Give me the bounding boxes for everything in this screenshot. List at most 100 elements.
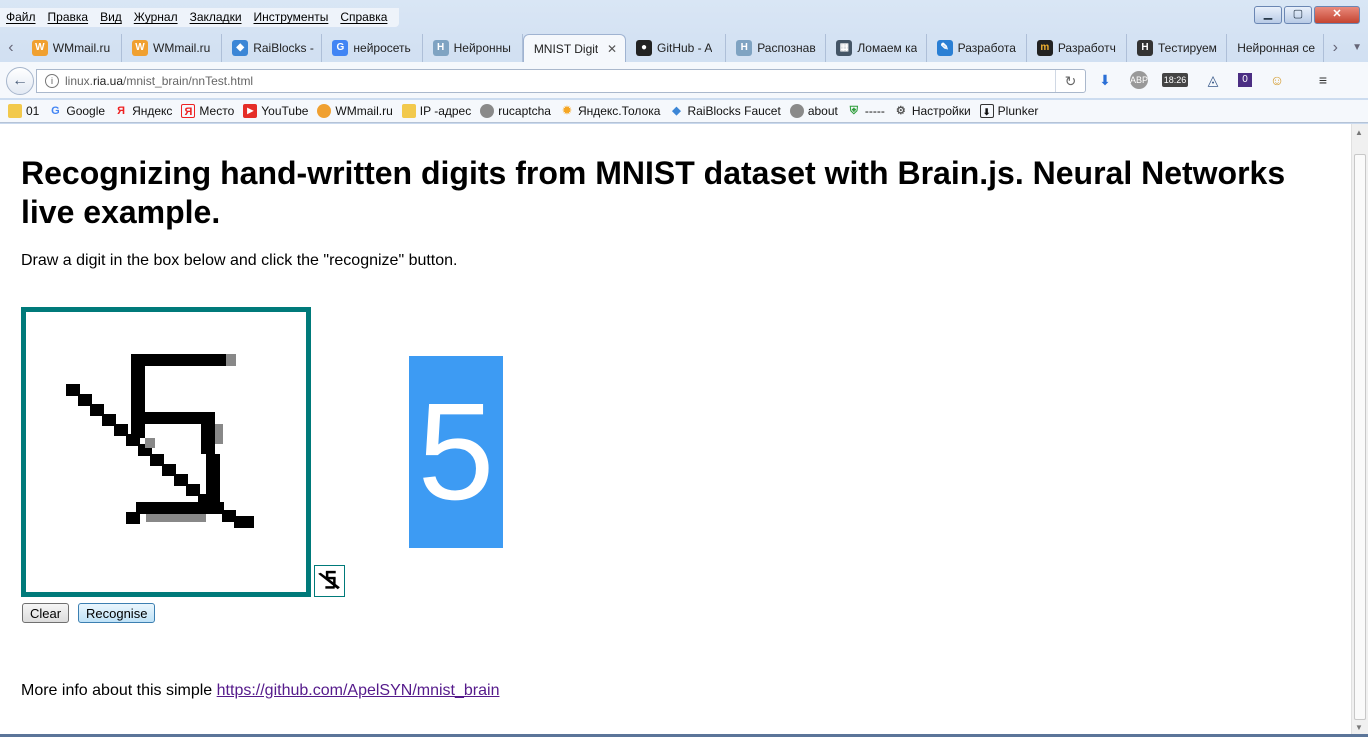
menu-item-bookmarks[interactable]: Закладки (184, 8, 248, 27)
tab[interactable]: Gнейросеть (322, 34, 423, 62)
menu-bar: Файл Правка Вид Журнал Закладки Инструме… (0, 8, 400, 27)
bookmark-item[interactable]: ✹ Яндекс.Толока (560, 104, 660, 118)
scroll-down-icon[interactable]: ▼ (1355, 723, 1363, 732)
page-viewport: Recognizing hand-written digits from MNI… (0, 124, 1351, 734)
menu-item-help[interactable]: Справка (334, 8, 393, 27)
window-controls: ▁ ▢ ✕ (1254, 6, 1360, 24)
bookmark-item[interactable]: ◆ RaiBlocks Faucet (669, 104, 781, 118)
tab[interactable]: W WMmail.ru (22, 34, 122, 62)
menu-item-history[interactable]: Журнал (128, 8, 184, 27)
tab[interactable]: ◆ RaiBlocks - (222, 34, 323, 62)
navigation-bar: ← i linux.ria.ua/mnist_brain/nnTest.html… (0, 62, 1368, 98)
notification-badge-icon[interactable]: 0 (1238, 73, 1252, 87)
monkey-icon[interactable]: ☺ (1266, 70, 1288, 90)
vertical-scrollbar[interactable]: ▲ ▼ (1351, 124, 1368, 734)
toloka-icon: ✹ (562, 105, 572, 117)
bookmark-item[interactable]: rucaptcha (480, 104, 551, 118)
recognise-button[interactable]: Recognise (78, 603, 156, 623)
yandex-icon: Я (117, 105, 126, 117)
bookmark-item[interactable]: ⛨ ----- (847, 104, 885, 118)
menu-item-tools[interactable]: Инструменты (248, 8, 335, 27)
maximize-button[interactable]: ▢ (1284, 6, 1312, 24)
h-icon: H (1137, 40, 1154, 56)
tab[interactable]: ✎ Разработа (927, 34, 1027, 62)
adblock-icon[interactable]: ABP (1130, 71, 1148, 89)
globe-icon (480, 104, 495, 118)
tab[interactable]: Нейронная се (1227, 34, 1325, 62)
toolbar-icons: ⬇ ABP 18:26 ◬ 0 ☺ ≡ (1094, 70, 1334, 90)
tab[interactable]: ▦ Ломаем ка (826, 34, 927, 62)
browser-chrome: Файл Правка Вид Журнал Закладки Инструме… (0, 0, 1368, 124)
digit-thumbnail-image (318, 570, 340, 590)
raiblocks-icon: ◆ (672, 105, 681, 117)
download-icon: ⬇ (979, 104, 994, 118)
page-title: Recognizing hand-written digits from MNI… (21, 155, 1286, 230)
intro-text: Draw a digit in the box below and click … (21, 252, 458, 269)
youtube-icon: ▶ (243, 104, 258, 118)
minimize-button[interactable]: ▁ (1254, 6, 1282, 24)
pencil-icon: ✎ (936, 40, 953, 56)
drawn-digit-image (66, 354, 254, 528)
google-icon: G (51, 105, 60, 117)
pocket-icon[interactable]: ◬ (1202, 70, 1224, 90)
tab[interactable]: H Распознав (726, 34, 827, 62)
raiblocks-icon: ◆ (232, 40, 249, 56)
bookmark-item[interactable]: Я Яндекс (114, 104, 172, 118)
scroll-up-icon[interactable]: ▲ (1355, 128, 1363, 137)
wmmail-icon: W (132, 40, 148, 56)
wmmail-icon: W (31, 40, 48, 56)
tab-scroll-left-icon[interactable]: ‹ (0, 34, 22, 62)
gear-icon: ⚙ (895, 105, 906, 117)
github-icon: ● (636, 40, 652, 56)
shield-icon: ⛨ (849, 105, 858, 117)
bookmark-item[interactable]: ▶ YouTube (243, 104, 308, 118)
url-text: linux.ria.ua/mnist_brain/nnTest.html (65, 74, 254, 88)
menu-hamburger-icon[interactable]: ≡ (1312, 70, 1334, 90)
google-icon: G (332, 40, 349, 56)
tab-active[interactable]: MNIST Digit ✕ (522, 34, 626, 62)
tab[interactable]: ● GitHub - A (626, 34, 727, 62)
m-icon: m (1036, 40, 1053, 56)
wmmail-icon (317, 104, 332, 118)
digit-thumbnail (314, 565, 345, 597)
menu-item-view[interactable]: Вид (94, 8, 128, 27)
close-tab-icon[interactable]: ✕ (607, 42, 617, 56)
more-info-text: More info about this simple https://gith… (21, 682, 500, 699)
tab[interactable]: m Разработч (1027, 34, 1128, 62)
clear-button[interactable]: Clear (22, 603, 70, 623)
bookmark-item[interactable]: Я Место (181, 104, 234, 118)
bookmark-item[interactable]: ⬇ Plunker (979, 104, 1038, 118)
bookmark-item[interactable]: IP -адрес (401, 104, 471, 118)
scrollbar-thumb[interactable] (1354, 154, 1366, 720)
folder-icon (401, 104, 416, 118)
back-button[interactable]: ← (6, 67, 34, 95)
habr-icon: H (432, 40, 449, 56)
habr-icon: H (736, 40, 753, 56)
site-info-icon[interactable]: i (45, 74, 59, 88)
url-bar[interactable]: i linux.ria.ua/mnist_brain/nnTest.html ↻ (36, 69, 1086, 93)
bookmark-item[interactable]: ⚙ Настройки (894, 104, 971, 118)
reload-icon[interactable]: ↻ (1055, 70, 1085, 92)
grid-icon: ▦ (836, 40, 853, 56)
bookmark-item[interactable]: about (789, 104, 838, 118)
folder-icon (8, 104, 22, 118)
yandex-place-icon: Я (181, 104, 196, 118)
drawing-canvas[interactable] (21, 307, 311, 597)
download-icon[interactable]: ⬇ (1094, 70, 1116, 90)
tab-scroll-right-icon[interactable]: › (1324, 34, 1346, 62)
prediction-result: 5 (409, 356, 503, 548)
tab[interactable]: H Тестируем (1127, 34, 1228, 62)
close-window-button[interactable]: ✕ (1314, 6, 1360, 24)
tab-list-icon[interactable]: ▼ (1346, 34, 1368, 62)
bookmark-item[interactable]: 01 (8, 104, 39, 118)
bookmark-item[interactable]: G Google (48, 104, 105, 118)
tab-strip: ‹ W WMmail.ru W WMmail.ru ◆ RaiBlocks - Gне… (0, 32, 1368, 62)
menu-item-edit[interactable]: Правка (42, 8, 95, 27)
clock-icon[interactable]: 18:26 (1162, 73, 1188, 87)
tab[interactable]: W WMmail.ru (122, 34, 223, 62)
menu-item-file[interactable]: Файл (0, 8, 42, 27)
github-link[interactable]: https://github.com/ApelSYN/mnist_brain (217, 682, 500, 699)
tab[interactable]: H Нейронны (423, 34, 523, 62)
bookmarks-bar: 01 G Google Я Яндекс Я Место ▶ YouTube WMmai… (0, 100, 1368, 123)
bookmark-item[interactable]: WMmail.ru (317, 104, 393, 118)
